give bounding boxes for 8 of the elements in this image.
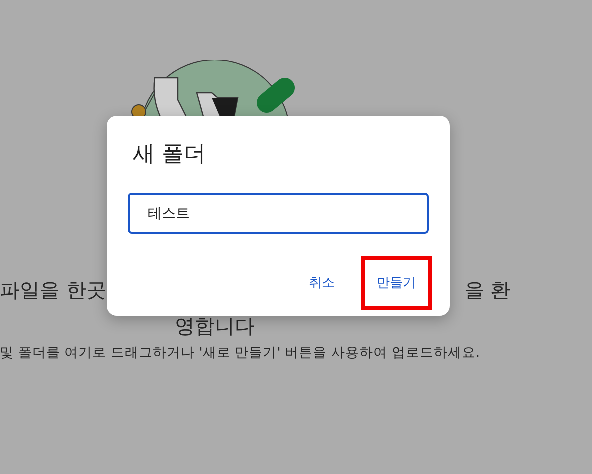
cancel-button[interactable]: 취소 bbox=[303, 270, 341, 296]
folder-name-field[interactable]: 테스트 bbox=[128, 193, 429, 234]
heading-text: 파일을 한곳 bbox=[0, 277, 106, 304]
dialog-title: 새 폴더 bbox=[133, 141, 206, 169]
upload-hint-text: 및 폴더를 여기로 드래그하거나 '새로 만들기' 버튼을 사용하여 업로드하세요. bbox=[0, 344, 480, 363]
heading-text: 을 환 bbox=[464, 277, 511, 304]
create-button[interactable]: 만들기 bbox=[371, 270, 422, 296]
heading-text: 영합니다 bbox=[175, 313, 255, 340]
